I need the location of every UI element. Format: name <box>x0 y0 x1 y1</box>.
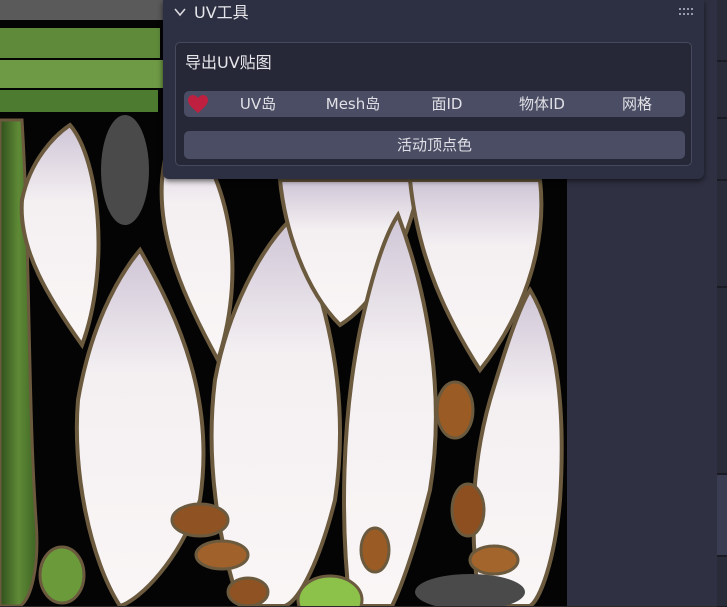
petal <box>19 122 101 350</box>
face-id-button[interactable]: 面ID <box>412 91 482 117</box>
panel-header[interactable]: UV工具 <box>163 0 704 28</box>
sidebar-tab[interactable] <box>717 0 727 61</box>
drag-handle-icon[interactable] <box>679 8 693 16</box>
export-mode-button-row: UV岛 Mesh岛 面ID 物体ID 网格 <box>184 91 685 117</box>
leaf-strip <box>0 60 165 88</box>
petal <box>74 246 206 606</box>
moss <box>38 545 86 605</box>
leaf-strip <box>0 90 158 112</box>
sidebar-tab[interactable] <box>717 62 727 118</box>
export-uv-section: 导出UV贴图 UV岛 Mesh岛 面ID 物体ID 网格 活动顶点色 <box>175 42 692 166</box>
uv-tools-panel: UV工具 导出UV贴图 UV岛 Mesh岛 面ID 物体ID 网格 活动顶点色 <box>163 0 704 179</box>
seed <box>226 576 270 606</box>
sidebar-tab[interactable] <box>717 119 727 180</box>
mesh-island-button[interactable]: Mesh岛 <box>312 91 394 117</box>
section-title: 导出UV贴图 <box>185 53 272 72</box>
seed <box>170 502 230 538</box>
heart-icon[interactable] <box>186 93 210 115</box>
sidebar-tab[interactable] <box>717 557 727 607</box>
seed <box>450 482 486 538</box>
sidebar-tab-strip <box>717 0 727 607</box>
mesh-grid-button[interactable]: 网格 <box>602 91 672 117</box>
object-id-button[interactable]: 物体ID <box>500 91 584 117</box>
leaf-strip <box>0 28 160 58</box>
seed <box>435 380 475 440</box>
panel-title: UV工具 <box>194 3 249 22</box>
sidebar-tab[interactable] <box>717 288 727 474</box>
sidebar-tab[interactable] <box>717 181 727 287</box>
seed <box>359 526 391 574</box>
seed <box>468 544 520 576</box>
sidebar-tab-active[interactable] <box>717 475 727 556</box>
chevron-down-icon[interactable] <box>174 6 186 18</box>
seed <box>194 539 250 571</box>
shadow-blob <box>101 115 149 225</box>
uv-island-button[interactable]: UV岛 <box>224 91 292 117</box>
active-vertex-color-button[interactable]: 活动顶点色 <box>184 131 685 159</box>
